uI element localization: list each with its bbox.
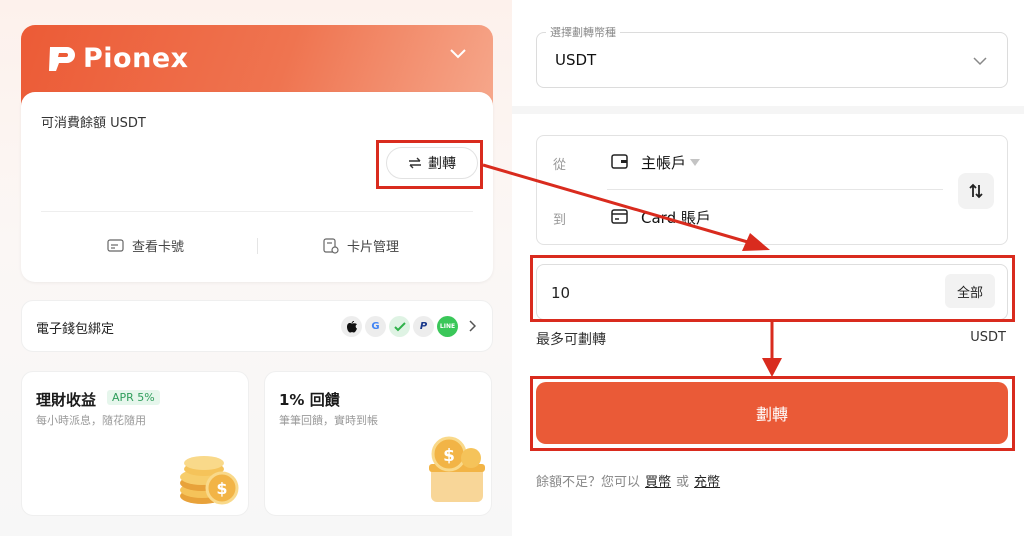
account-selector: 從 主帳戶 到 Card 賬戶 — [536, 135, 1008, 245]
currency-select[interactable]: USDT — [536, 32, 1008, 88]
svg-text:$: $ — [216, 479, 227, 498]
card-manage-label: 卡片管理 — [347, 240, 400, 255]
from-account-select[interactable]: 主帳戶 — [641, 152, 701, 173]
footer-note: 餘額不足？您可以 買幣 或 充幣 — [536, 471, 720, 490]
promo-cashback-card[interactable]: 1% 回饋 筆筆回饋，實時到帳 $ — [264, 371, 492, 516]
highlight-box-submit — [530, 376, 1015, 451]
apr-badge: APR 5% — [107, 390, 160, 405]
promo-earn-card[interactable]: 理財收益 APR 5% 每小時派息，隨花隨用 $ — [21, 371, 249, 516]
promo-title: 1% 回饋 — [279, 391, 340, 409]
footer-text: 餘額不足？您可以 — [536, 475, 641, 490]
paypal-icon: P — [413, 316, 434, 337]
wallet-icon — [611, 154, 628, 169]
card-manage-button[interactable]: 卡片管理 — [323, 236, 399, 255]
or-text: 或 — [676, 475, 690, 490]
chevron-down-icon — [973, 57, 987, 66]
caret-down-icon — [690, 158, 701, 166]
svg-text:$: $ — [443, 446, 455, 466]
apple-pay-icon — [341, 316, 362, 337]
view-card-number-label: 查看卡號 — [132, 240, 185, 255]
swap-accounts-button[interactable] — [958, 173, 994, 209]
card-icon — [107, 239, 124, 252]
card-settings-icon — [323, 237, 339, 254]
highlight-box-transfer — [376, 140, 483, 189]
pionex-logo: Pionex — [47, 43, 189, 74]
currency-legend: 選擇劃轉幣種 — [546, 24, 620, 40]
wallet-binding-row[interactable]: 電子錢包綁定 G P LINE — [21, 300, 493, 352]
pay-methods: G P LINE — [341, 316, 458, 337]
wechat-pay-icon — [389, 316, 410, 337]
card-icon — [611, 209, 628, 224]
promo-subtitle: 每小時派息，隨花隨用 — [36, 414, 146, 427]
line-pay-icon: LINE — [437, 316, 458, 337]
max-transfer-unit: USDT — [970, 330, 1006, 345]
buy-crypto-link[interactable]: 買幣 — [645, 471, 671, 490]
promo-title: 理財收益 — [36, 391, 97, 409]
section-divider — [512, 106, 1024, 114]
currency-value: USDT — [555, 51, 597, 69]
chevron-right-icon — [469, 320, 476, 332]
to-label: 到 — [553, 213, 567, 228]
chevron-down-icon[interactable] — [449, 47, 467, 61]
coin-stack-icon: $ — [180, 456, 239, 505]
google-pay-icon: G — [365, 316, 386, 337]
from-label: 從 — [553, 158, 567, 173]
brand-name: Pionex — [83, 43, 189, 74]
promo-subtitle: 筆筆回饋，實時到帳 — [279, 414, 378, 427]
from-value: 主帳戶 — [641, 154, 687, 172]
wallet-binding-label: 電子錢包綁定 — [36, 322, 115, 337]
divider — [607, 189, 943, 190]
swap-vertical-icon — [969, 183, 983, 199]
coin-jar-icon: $ — [429, 436, 485, 502]
view-card-number-button[interactable]: 查看卡號 — [107, 236, 184, 255]
deposit-link[interactable]: 充幣 — [694, 471, 720, 490]
max-transfer-label: 最多可劃轉 — [536, 332, 606, 348]
pionex-logo-icon — [49, 46, 75, 71]
card-panel: Pionex 可消費餘額 USDT 劃轉 查看卡號 卡片管理 電子錢包綁定 G … — [0, 0, 512, 536]
highlight-box-amount — [530, 255, 1015, 322]
divider — [41, 211, 473, 212]
to-value: Card 賬戶 — [641, 209, 711, 227]
divider — [257, 238, 258, 254]
balance-label: 可消費餘額 USDT — [41, 116, 146, 131]
